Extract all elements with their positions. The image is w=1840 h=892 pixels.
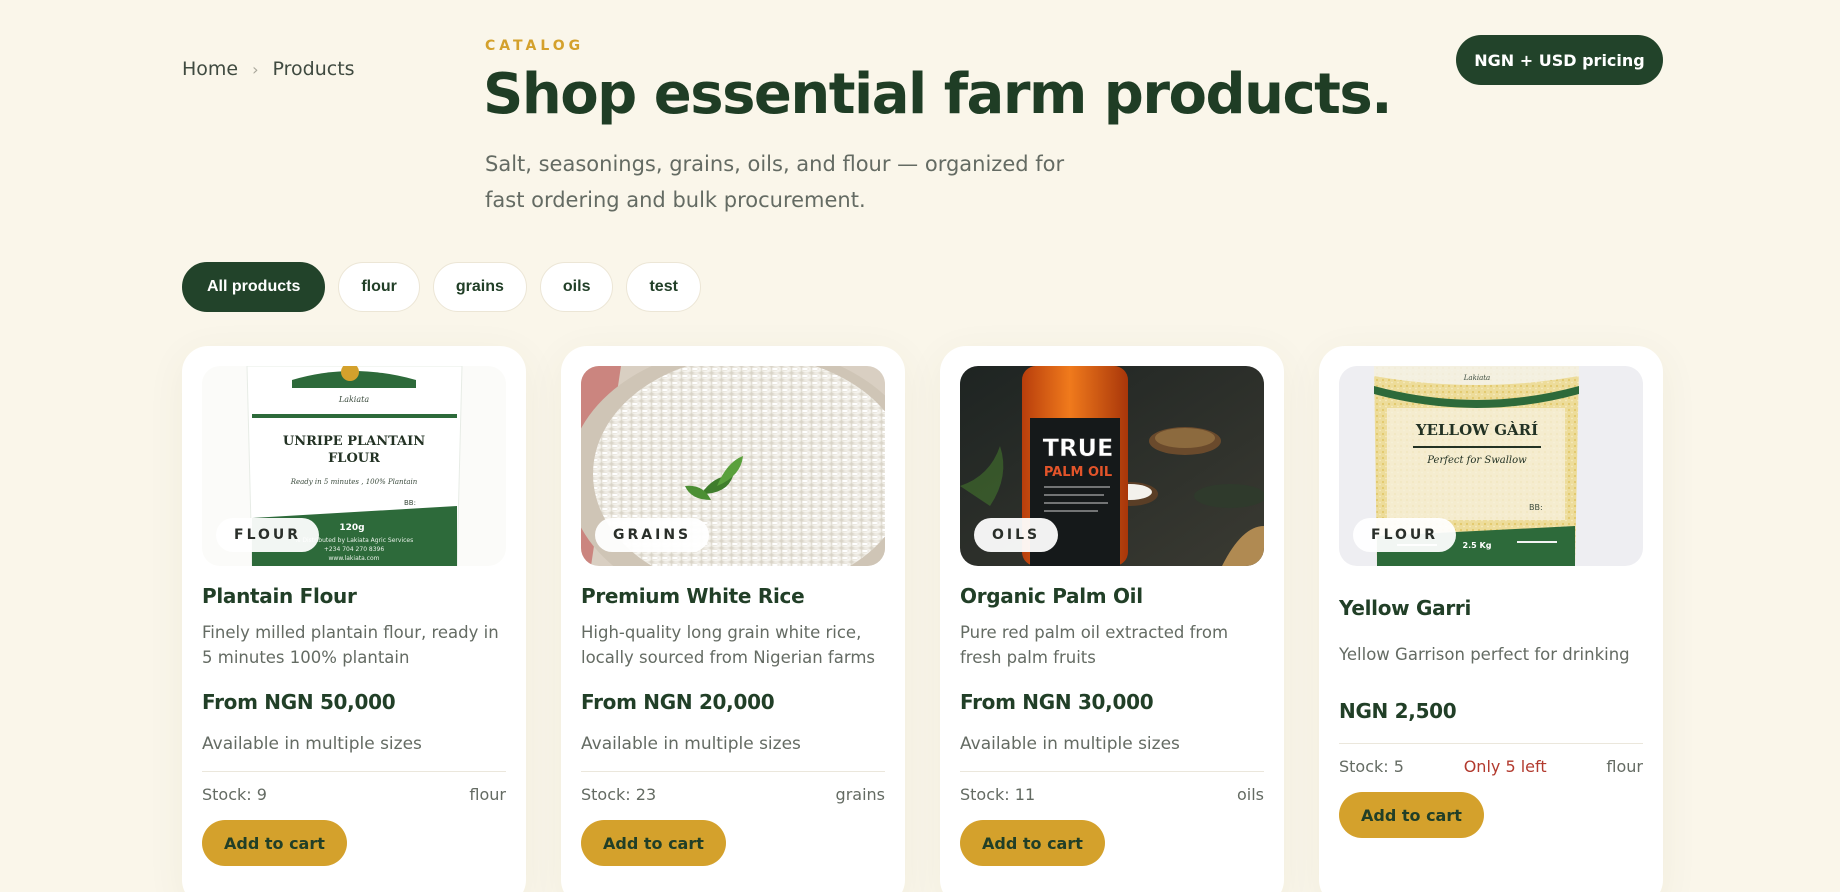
breadcrumb-home-link[interactable]: Home [182, 58, 238, 80]
add-to-cart-button[interactable]: Add to cart [960, 820, 1105, 866]
filter-all-products[interactable]: All products [182, 262, 326, 312]
svg-text:Lakiata: Lakiata [338, 395, 369, 404]
breadcrumb-chevron-icon: › [252, 59, 259, 79]
add-to-cart-button[interactable]: Add to cart [202, 820, 347, 866]
product-meta: Stock: 23 grains [581, 785, 885, 804]
filter-oils[interactable]: oils [539, 262, 614, 312]
product-name[interactable]: Plantain Flour [202, 584, 506, 608]
svg-text:FLOUR: FLOUR [328, 451, 380, 466]
category-badge: GRAINS [595, 518, 710, 552]
stock-count: Stock: 11 [960, 785, 1036, 804]
category-badge: FLOUR [216, 518, 320, 552]
product-description: Finely milled plantain flour, ready in 5… [202, 623, 499, 667]
product-sizes-note: Available in multiple sizes [202, 734, 422, 754]
low-stock-warning: Only 5 left [1463, 757, 1547, 776]
add-to-cart-button[interactable]: Add to cart [1339, 792, 1484, 838]
product-name[interactable]: Organic Palm Oil [960, 584, 1264, 608]
product-image[interactable]: Lakiata YELLOW GÀRÍ Perfect for Swallow … [1339, 366, 1643, 566]
divider [202, 771, 506, 772]
add-to-cart-button[interactable]: Add to cart [581, 820, 726, 866]
svg-text:Ready in 5 minutes , 100% Plan: Ready in 5 minutes , 100% Plantain [290, 478, 418, 486]
category-badge: OILS [974, 518, 1059, 552]
product-description: High-quality long grain white rice, loca… [581, 623, 876, 667]
product-category: flour [469, 785, 506, 804]
product-name[interactable]: Yellow Garri [1339, 596, 1643, 620]
product-card-yellow-garri[interactable]: Lakiata YELLOW GÀRÍ Perfect for Swallow … [1319, 346, 1663, 892]
page-title: Shop essential farm products. [483, 62, 1393, 127]
svg-text:BB:: BB: [404, 499, 416, 507]
category-filters: All products flour grains oils test [182, 262, 701, 312]
product-sizes-note: Available in multiple sizes [581, 734, 801, 754]
product-description: Yellow Garrison perfect for drinking [1339, 645, 1630, 664]
stock-count: Stock: 23 [581, 785, 657, 804]
product-price: From NGN 20,000 [581, 690, 775, 714]
product-meta: Stock: 9 flour [202, 785, 506, 804]
svg-text:PALM OIL: PALM OIL [1044, 465, 1112, 480]
product-category: grains [835, 785, 885, 804]
category-badge: FLOUR [1353, 518, 1457, 552]
product-category: flour [1606, 757, 1643, 776]
divider [960, 771, 1264, 772]
page-subtitle: Salt, seasonings, grains, oils, and flou… [485, 152, 1065, 212]
product-meta: Stock: 5 Only 5 left flour [1339, 757, 1643, 776]
breadcrumb: Home › Products [182, 58, 355, 80]
product-sizes-note: Available in multiple sizes [960, 734, 1180, 754]
product-card-organic-palm-oil[interactable]: TRUE PALM OIL OILS Organic Palm Oil Pure… [940, 346, 1284, 892]
divider [581, 771, 885, 772]
divider [1339, 743, 1643, 744]
svg-text:YELLOW GÀRÍ: YELLOW GÀRÍ [1415, 421, 1538, 439]
svg-text:120g: 120g [339, 523, 364, 533]
svg-text:Lakiata: Lakiata [1463, 374, 1490, 382]
svg-text:2.5 Kg: 2.5 Kg [1463, 541, 1492, 550]
filter-flour[interactable]: flour [338, 262, 420, 312]
filter-test[interactable]: test [626, 262, 701, 312]
product-card-premium-white-rice[interactable]: GRAINS Premium White Rice High-quality l… [561, 346, 905, 892]
svg-text:BB:: BB: [1529, 503, 1543, 512]
product-price: From NGN 50,000 [202, 690, 396, 714]
product-image[interactable]: GRAINS [581, 366, 885, 566]
product-name[interactable]: Premium White Rice [581, 584, 885, 608]
svg-text:Perfect for Swallow: Perfect for Swallow [1426, 455, 1527, 466]
filter-grains[interactable]: grains [432, 262, 527, 312]
product-description: Pure red palm oil extracted from fresh p… [960, 623, 1229, 667]
product-category: oils [1236, 785, 1264, 804]
svg-text:+234 704 270 8396: +234 704 270 8396 [324, 546, 385, 553]
product-image[interactable]: TRUE PALM OIL OILS [960, 366, 1264, 566]
svg-text:UNRIPE PLANTAIN: UNRIPE PLANTAIN [283, 434, 425, 449]
pricing-currency-badge[interactable]: NGN + USD pricing [1456, 35, 1663, 85]
product-card-plantain-flour[interactable]: Lakiata UNRIPE PLANTAIN FLOUR Ready in 5… [182, 346, 526, 892]
svg-text:TRUE: TRUE [1043, 434, 1114, 462]
product-image[interactable]: Lakiata UNRIPE PLANTAIN FLOUR Ready in 5… [202, 366, 506, 566]
breadcrumb-current: Products [272, 58, 355, 80]
stock-count: Stock: 9 [202, 785, 267, 804]
product-grid: Lakiata UNRIPE PLANTAIN FLOUR Ready in 5… [182, 346, 1663, 892]
page-eyebrow: CATALOG [485, 38, 585, 54]
product-price: NGN 2,500 [1339, 699, 1457, 723]
svg-text:www.lakiata.com: www.lakiata.com [329, 555, 380, 562]
stock-count: Stock: 5 [1339, 757, 1404, 776]
product-meta: Stock: 11 oils [960, 785, 1264, 804]
product-price: From NGN 30,000 [960, 690, 1154, 714]
